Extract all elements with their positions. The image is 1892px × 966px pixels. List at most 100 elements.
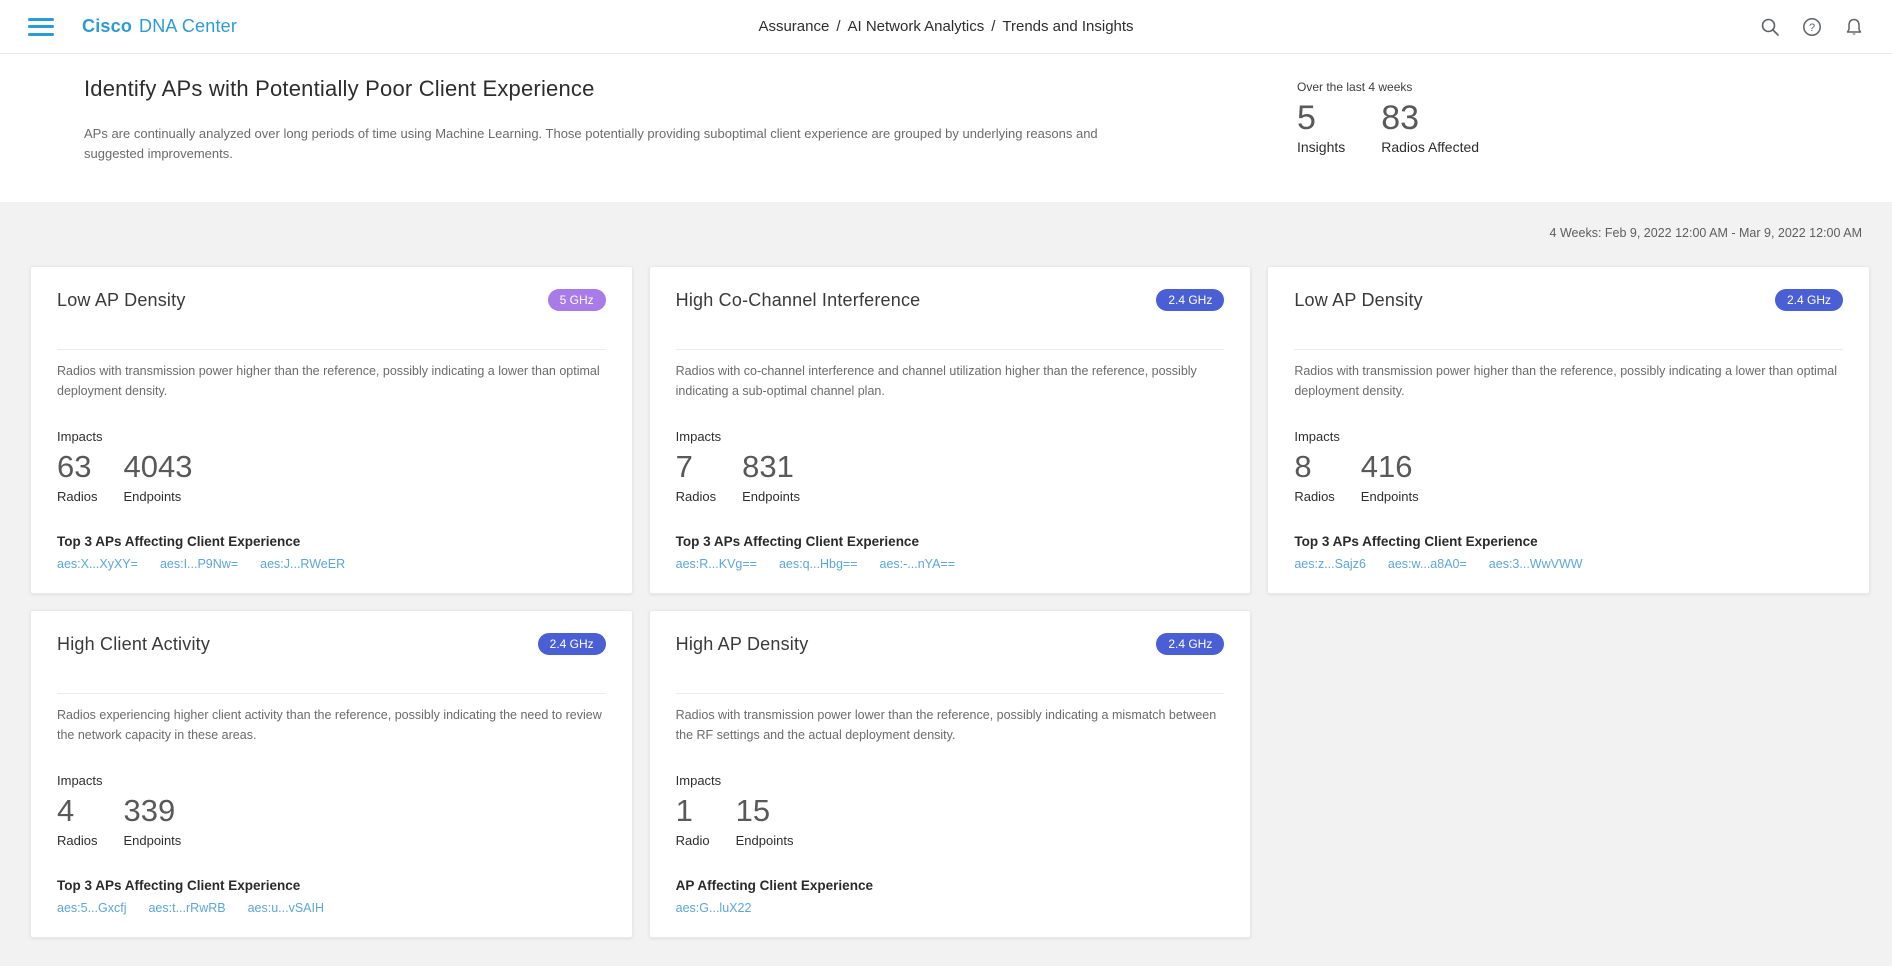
endpoints-value: 15	[736, 792, 794, 831]
insight-card[interactable]: High Co-Channel Interference 2.4 GHz Rad…	[649, 266, 1252, 594]
page-description: APs are continually analyzed over long p…	[84, 124, 1144, 164]
affecting-aps-heading: Top 3 APs Affecting Client Experience	[676, 534, 1225, 549]
ap-link[interactable]: aes:w...a8A0=	[1388, 557, 1467, 571]
top-bar: Cisco DNA Center Assurance/AI Network An…	[0, 0, 1892, 54]
radios-value: 1	[676, 792, 710, 831]
card-divider	[676, 693, 1225, 694]
ap-link[interactable]: aes:G...luX22	[676, 901, 752, 915]
card-title: High AP Density	[676, 634, 809, 655]
ap-link[interactable]: aes:z...Sajz6	[1294, 557, 1366, 571]
ap-link[interactable]: aes:I...P9Nw=	[160, 557, 238, 571]
insight-cards-grid: Low AP Density 5 GHz Radios with transmi…	[30, 266, 1870, 938]
radios-value: 4	[57, 792, 97, 831]
radios-stat: 8 Radios	[1294, 448, 1334, 504]
ap-link[interactable]: aes:q...Hbg==	[779, 557, 858, 571]
ap-link[interactable]: aes:5...Gxcfj	[57, 901, 126, 915]
ap-link[interactable]: aes:R...KVg==	[676, 557, 757, 571]
ap-links: aes:R...KVg== aes:q...Hbg== aes:-...nYA==	[676, 557, 1225, 571]
insight-card[interactable]: Low AP Density 2.4 GHz Radios with trans…	[1267, 266, 1870, 594]
insights-stat: 5 Insights	[1297, 100, 1345, 155]
radios-affected-label: Radios Affected	[1381, 139, 1479, 155]
ap-links: aes:5...Gxcfj aes:t...rRwRB aes:u...vSAIH	[57, 901, 606, 915]
breadcrumb-item[interactable]: AI Network Analytics	[847, 18, 984, 35]
summary-panel: Over the last 4 weeks 5 Insights 83 Radi…	[1297, 76, 1892, 164]
insights-value: 5	[1297, 100, 1345, 137]
ap-link[interactable]: aes:u...vSAIH	[248, 901, 324, 915]
summary-period-label: Over the last 4 weeks	[1297, 80, 1892, 94]
card-description: Radios with transmission power higher th…	[57, 362, 606, 401]
page-title: Identify APs with Potentially Poor Clien…	[84, 76, 1244, 102]
breadcrumb-item[interactable]: Trends and Insights	[1002, 18, 1133, 35]
breadcrumb-separator: /	[991, 18, 995, 35]
affecting-aps-heading: AP Affecting Client Experience	[676, 878, 1225, 893]
band-badge: 2.4 GHz	[1156, 633, 1224, 655]
radios-label: Radios	[57, 833, 97, 848]
endpoints-stat: 416 Endpoints	[1361, 448, 1419, 504]
endpoints-stat: 831 Endpoints	[742, 448, 800, 504]
radios-label: Radios	[1294, 489, 1334, 504]
ap-link[interactable]: aes:t...rRwRB	[148, 901, 225, 915]
endpoints-label: Endpoints	[123, 833, 181, 848]
ap-links: aes:G...luX22	[676, 901, 1225, 915]
ap-link[interactable]: aes:J...RWeER	[260, 557, 345, 571]
impacts-label: Impacts	[57, 773, 606, 788]
impacts-label: Impacts	[676, 773, 1225, 788]
card-description: Radios experiencing higher client activi…	[57, 706, 606, 745]
impacts-label: Impacts	[676, 429, 1225, 444]
card-description: Radios with transmission power lower tha…	[676, 706, 1225, 745]
endpoints-value: 831	[742, 448, 800, 487]
radios-stat: 63 Radios	[57, 448, 97, 504]
ap-link[interactable]: aes:X...XyXY=	[57, 557, 138, 571]
date-range-label: 4 Weeks: Feb 9, 2022 12:00 AM - Mar 9, 2…	[30, 202, 1870, 240]
intro-section: Identify APs with Potentially Poor Clien…	[0, 54, 1892, 202]
band-badge: 2.4 GHz	[1775, 289, 1843, 311]
ap-links: aes:X...XyXY= aes:I...P9Nw= aes:J...RWeER	[57, 557, 606, 571]
card-description: Radios with co-channel interference and …	[676, 362, 1225, 401]
card-divider	[57, 349, 606, 350]
endpoints-value: 4043	[123, 448, 192, 487]
card-title: High Client Activity	[57, 634, 210, 655]
radios-label: Radios	[57, 489, 97, 504]
ap-link[interactable]: aes:-...nYA==	[880, 557, 956, 571]
ap-link[interactable]: aes:3...WwVWW	[1489, 557, 1583, 571]
endpoints-stat: 15 Endpoints	[736, 792, 794, 848]
radios-label: Radios	[676, 489, 716, 504]
impacts-label: Impacts	[57, 429, 606, 444]
radios-value: 63	[57, 448, 97, 487]
endpoints-stat: 339 Endpoints	[123, 792, 181, 848]
affecting-aps-heading: Top 3 APs Affecting Client Experience	[1294, 534, 1843, 549]
breadcrumb-item[interactable]: Assurance	[758, 18, 829, 35]
card-description: Radios with transmission power higher th…	[1294, 362, 1843, 401]
endpoints-label: Endpoints	[736, 833, 794, 848]
endpoints-stat: 4043 Endpoints	[123, 448, 192, 504]
card-divider	[1294, 349, 1843, 350]
endpoints-label: Endpoints	[742, 489, 800, 504]
band-badge: 5 GHz	[548, 289, 606, 311]
radios-affected-stat: 83 Radios Affected	[1381, 100, 1479, 155]
endpoints-value: 416	[1361, 448, 1419, 487]
insight-card[interactable]: High Client Activity 2.4 GHz Radios expe…	[30, 610, 633, 938]
radios-stat: 7 Radios	[676, 448, 716, 504]
endpoints-label: Endpoints	[123, 489, 192, 504]
card-title: High Co-Channel Interference	[676, 290, 921, 311]
card-divider	[676, 349, 1225, 350]
breadcrumb-separator: /	[836, 18, 840, 35]
ap-links: aes:z...Sajz6 aes:w...a8A0= aes:3...WwVWW	[1294, 557, 1843, 571]
endpoints-value: 339	[123, 792, 181, 831]
radios-value: 8	[1294, 448, 1334, 487]
band-badge: 2.4 GHz	[538, 633, 606, 655]
radios-affected-value: 83	[1381, 100, 1479, 137]
radios-stat: 1 Radio	[676, 792, 710, 848]
card-divider	[57, 693, 606, 694]
content-area: 4 Weeks: Feb 9, 2022 12:00 AM - Mar 9, 2…	[0, 202, 1892, 938]
endpoints-label: Endpoints	[1361, 489, 1419, 504]
radios-stat: 4 Radios	[57, 792, 97, 848]
insight-card[interactable]: Low AP Density 5 GHz Radios with transmi…	[30, 266, 633, 594]
impacts-label: Impacts	[1294, 429, 1843, 444]
insights-label: Insights	[1297, 139, 1345, 155]
radios-label: Radio	[676, 833, 710, 848]
card-title: Low AP Density	[1294, 290, 1423, 311]
radios-value: 7	[676, 448, 716, 487]
band-badge: 2.4 GHz	[1156, 289, 1224, 311]
insight-card[interactable]: High AP Density 2.4 GHz Radios with tran…	[649, 610, 1252, 938]
